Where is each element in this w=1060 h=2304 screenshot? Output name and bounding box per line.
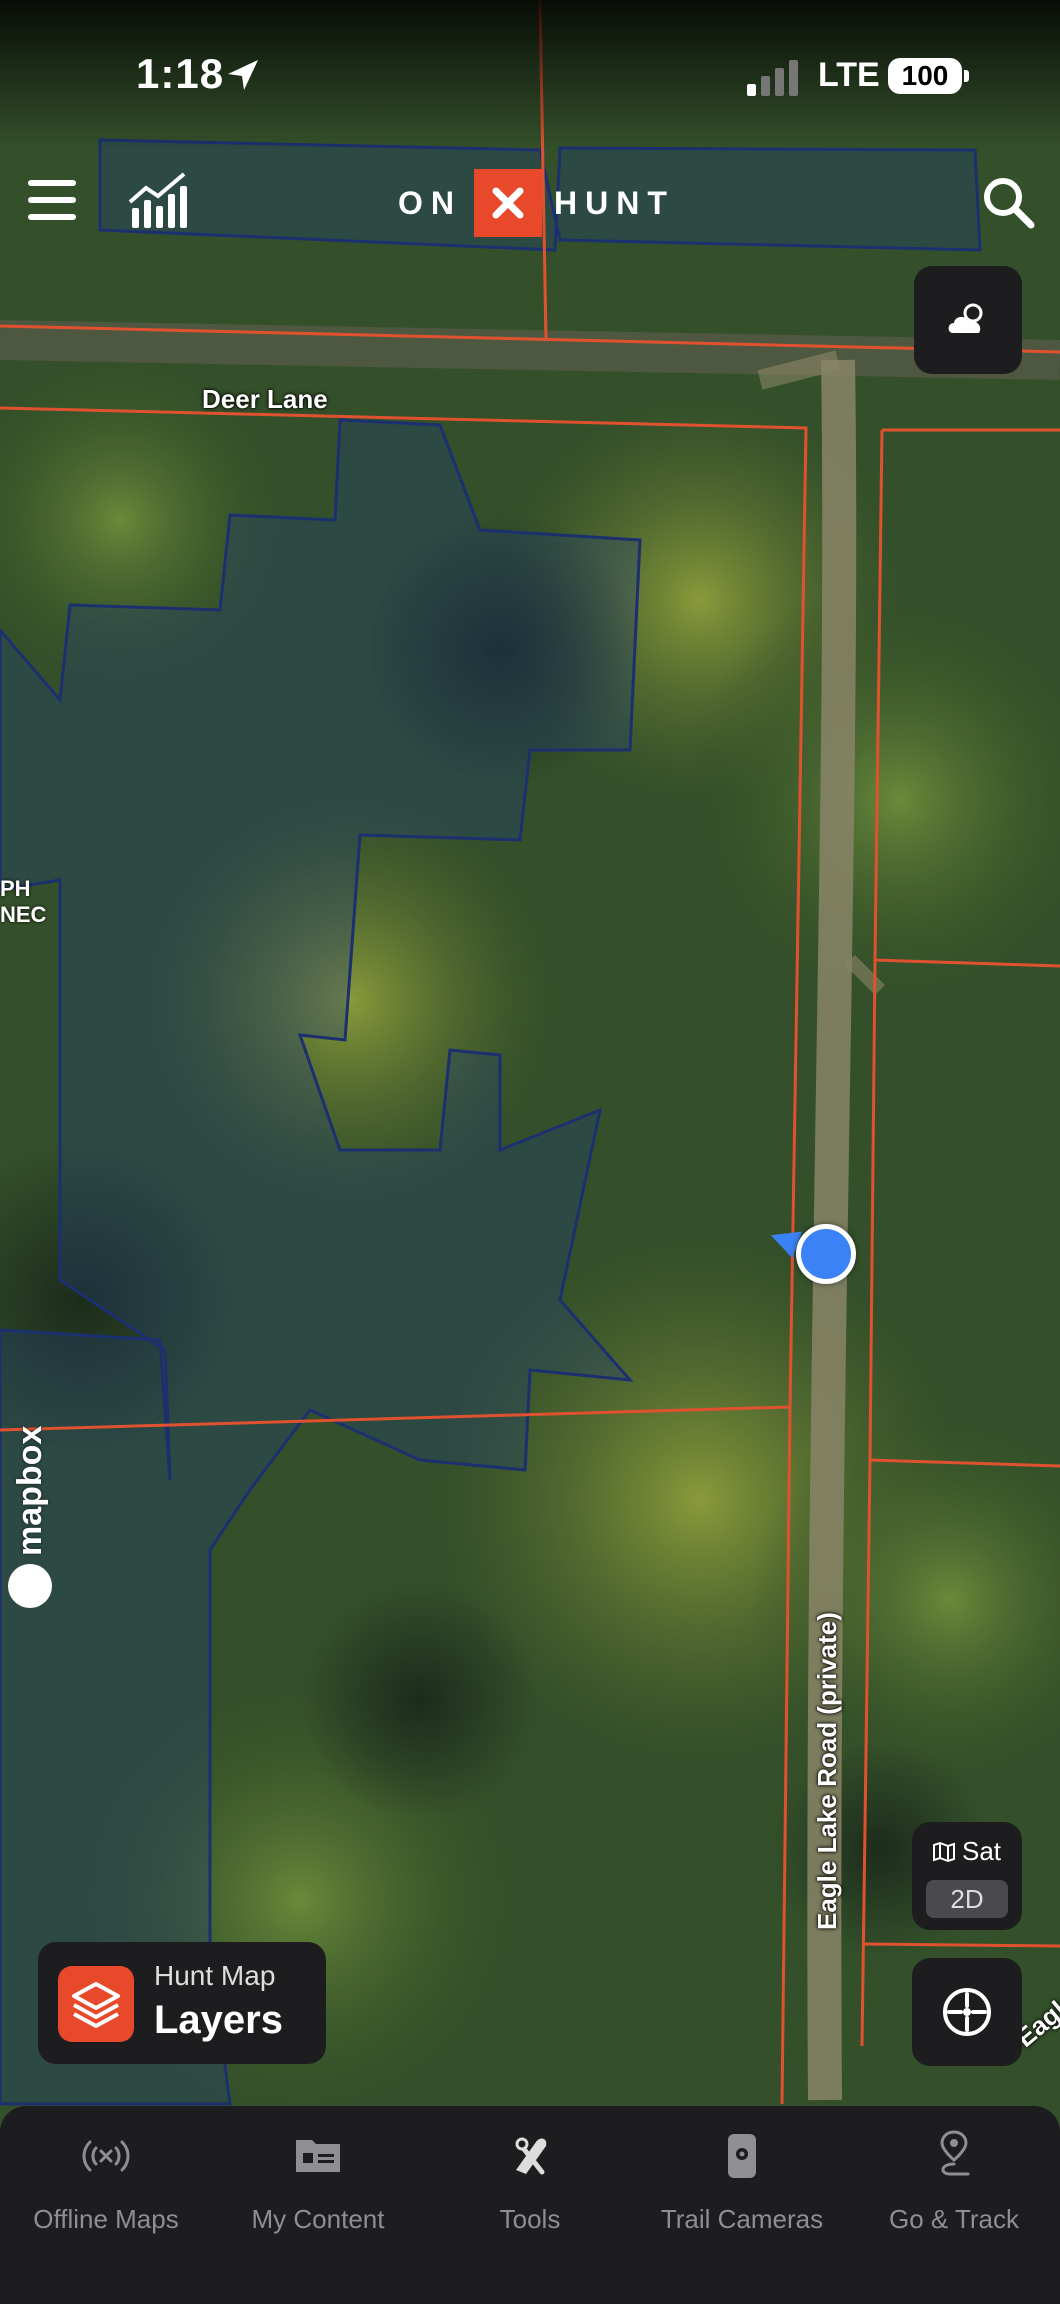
menu-icon-bar: [28, 214, 76, 220]
tab-my-content[interactable]: My Content: [212, 2126, 424, 2246]
user-location-dot[interactable]: [796, 1224, 856, 1284]
mapbox-wordmark: mapbox: [10, 1425, 49, 1556]
trail-camera-icon: [728, 2134, 756, 2178]
hunt-map-layers-button[interactable]: Hunt Map Layers: [38, 1942, 326, 2064]
partial-area-label: PH NEC: [0, 876, 46, 928]
tab-tools[interactable]: Tools: [424, 2126, 636, 2246]
basemap-label: Sat: [932, 1836, 1001, 1867]
hunt-forecast-chart-icon[interactable]: [128, 172, 190, 230]
basemap-toggle-button[interactable]: Sat 2D: [912, 1822, 1022, 1930]
layers-subtitle: Hunt Map: [154, 1960, 276, 1991]
tab-label-tools: Tools: [499, 2204, 561, 2234]
status-time: 1:18: [136, 50, 225, 97]
recenter-location-button[interactable]: [912, 1958, 1022, 2066]
content-card-icon: [296, 2140, 340, 2172]
partial-area-label-line-2: NEC: [0, 902, 47, 927]
tab-label-trail-cameras: Trail Cameras: [660, 2204, 824, 2234]
menu-icon-bar: [28, 197, 76, 203]
location-arrow-icon: [228, 60, 258, 90]
tab-trail-cameras[interactable]: Trail Cameras: [636, 2126, 848, 2246]
mapbox-attribution[interactable]: mapbox: [8, 1426, 52, 1608]
basemap-sat-label: Sat: [962, 1836, 1002, 1866]
cellular-signal-icon: [747, 60, 798, 96]
tab-label-offline-maps: Offline Maps: [33, 2204, 179, 2234]
logo-text-right: HUNT: [554, 184, 675, 221]
weather-cloud-icon: [948, 303, 983, 333]
tab-offline-maps[interactable]: Offline Maps: [0, 2126, 212, 2246]
route-pin-icon: [940, 2130, 970, 2176]
onx-hunt-logo: ON HUNT: [398, 168, 675, 238]
tab-label-go-track: Go & Track: [888, 2204, 1020, 2234]
bottom-tab-bar: Offline Maps My Content Tools Trail Came…: [0, 2106, 1060, 2304]
tab-go-track[interactable]: Go & Track: [848, 2126, 1060, 2246]
partial-area-label-line-1: PH: [0, 876, 31, 901]
menu-icon: [28, 180, 76, 186]
offline-signal-icon: [82, 2140, 130, 2172]
search-icon[interactable]: [980, 174, 1036, 230]
menu-button[interactable]: [26, 176, 80, 224]
map-icon: [933, 1841, 955, 1862]
road-label-deer-lane: Deer Lane: [202, 384, 328, 414]
compass-locate-icon: [943, 1988, 991, 2036]
tab-label-my-content: My Content: [251, 2204, 385, 2234]
logo-x-icon: [474, 169, 542, 237]
road-label-eagle-lake: Eagle Lake Road (private): [812, 1612, 842, 1930]
layers-title: Layers: [154, 1998, 283, 2042]
tools-icon: [515, 2137, 547, 2175]
view-mode-2d[interactable]: 2D: [926, 1880, 1008, 1918]
network-type: LTE: [818, 56, 880, 94]
mapbox-logo-icon: [8, 1564, 52, 1608]
logo-text-left: ON: [398, 184, 462, 221]
layers-icon: [58, 1966, 134, 2042]
status-bar: 1:18 LTE 100: [0, 0, 1060, 150]
battery-indicator: 100: [888, 58, 962, 94]
battery-tip: [964, 70, 969, 82]
weather-button[interactable]: [914, 266, 1022, 374]
